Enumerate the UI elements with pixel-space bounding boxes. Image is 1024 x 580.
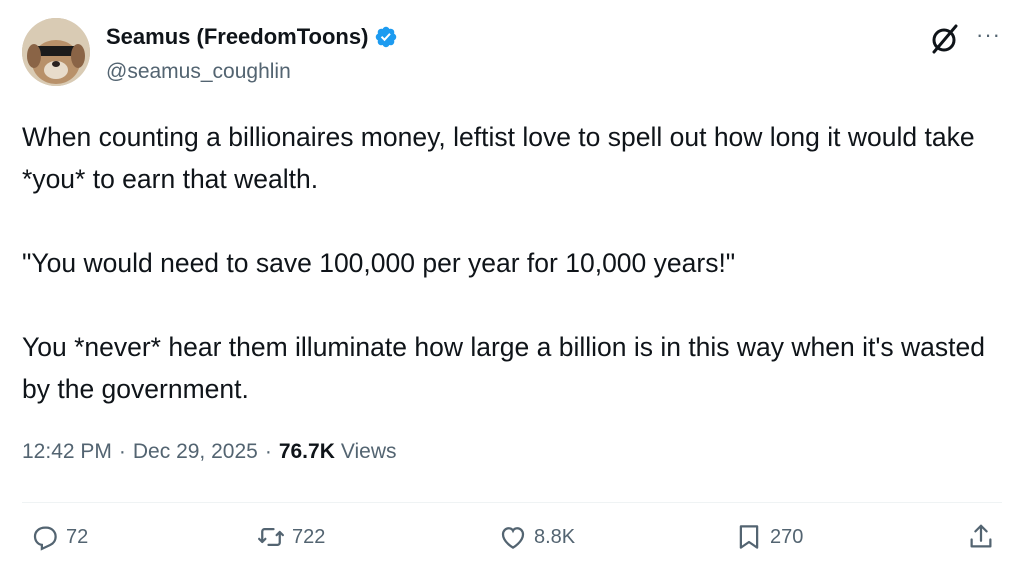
share-icon (970, 524, 992, 548)
tweet-text: When counting a billionaires money, left… (22, 116, 1002, 452)
action-bar: 72 722 8.8K 270 (0, 522, 1024, 566)
share-button[interactable] (966, 522, 1002, 552)
bookmark-button[interactable]: 270 (734, 522, 803, 552)
meta-separator: · (118, 440, 126, 463)
like-button[interactable]: 8.8K (498, 522, 575, 552)
more-icon[interactable]: ··· (976, 22, 1001, 48)
tweet-time[interactable]: 12:42 PM (22, 440, 112, 464)
grok-icon[interactable] (928, 22, 962, 56)
repost-button[interactable]: 722 (256, 522, 325, 552)
bookmark-count: 270 (770, 525, 804, 548)
tweet-paragraph: When counting a billionaires money, left… (22, 122, 975, 194)
dog-avatar-icon (22, 18, 90, 86)
bookmark-icon (739, 525, 759, 549)
views-count: 76.7K (278, 440, 335, 463)
views-label: Views (340, 440, 397, 463)
reply-button[interactable]: 72 (30, 522, 88, 552)
tweet-paragraph: You *never* hear them illuminate how lar… (22, 332, 986, 404)
author-handle[interactable]: @seamus_coughlin (106, 60, 291, 84)
reply-count: 72 (66, 525, 89, 548)
meta-separator: · (264, 440, 272, 463)
display-name[interactable]: Seamus (FreedomToons) (106, 24, 368, 50)
tweet-paragraph: "You would need to save 100,000 per year… (22, 248, 736, 278)
tweet-meta: 12:42 PM · Dec 29, 2025 · 76.7K Views (22, 440, 397, 464)
reply-icon (33, 526, 57, 551)
like-count: 8.8K (534, 525, 576, 548)
divider (22, 502, 1002, 503)
repost-count: 722 (292, 525, 326, 548)
like-icon (501, 527, 525, 549)
tweet-date[interactable]: Dec 29, 2025 (133, 440, 258, 464)
verified-badge-icon (376, 26, 397, 48)
author-name-row: Seamus (FreedomToons) (106, 24, 398, 50)
repost-icon (258, 528, 284, 546)
avatar[interactable] (22, 18, 90, 86)
